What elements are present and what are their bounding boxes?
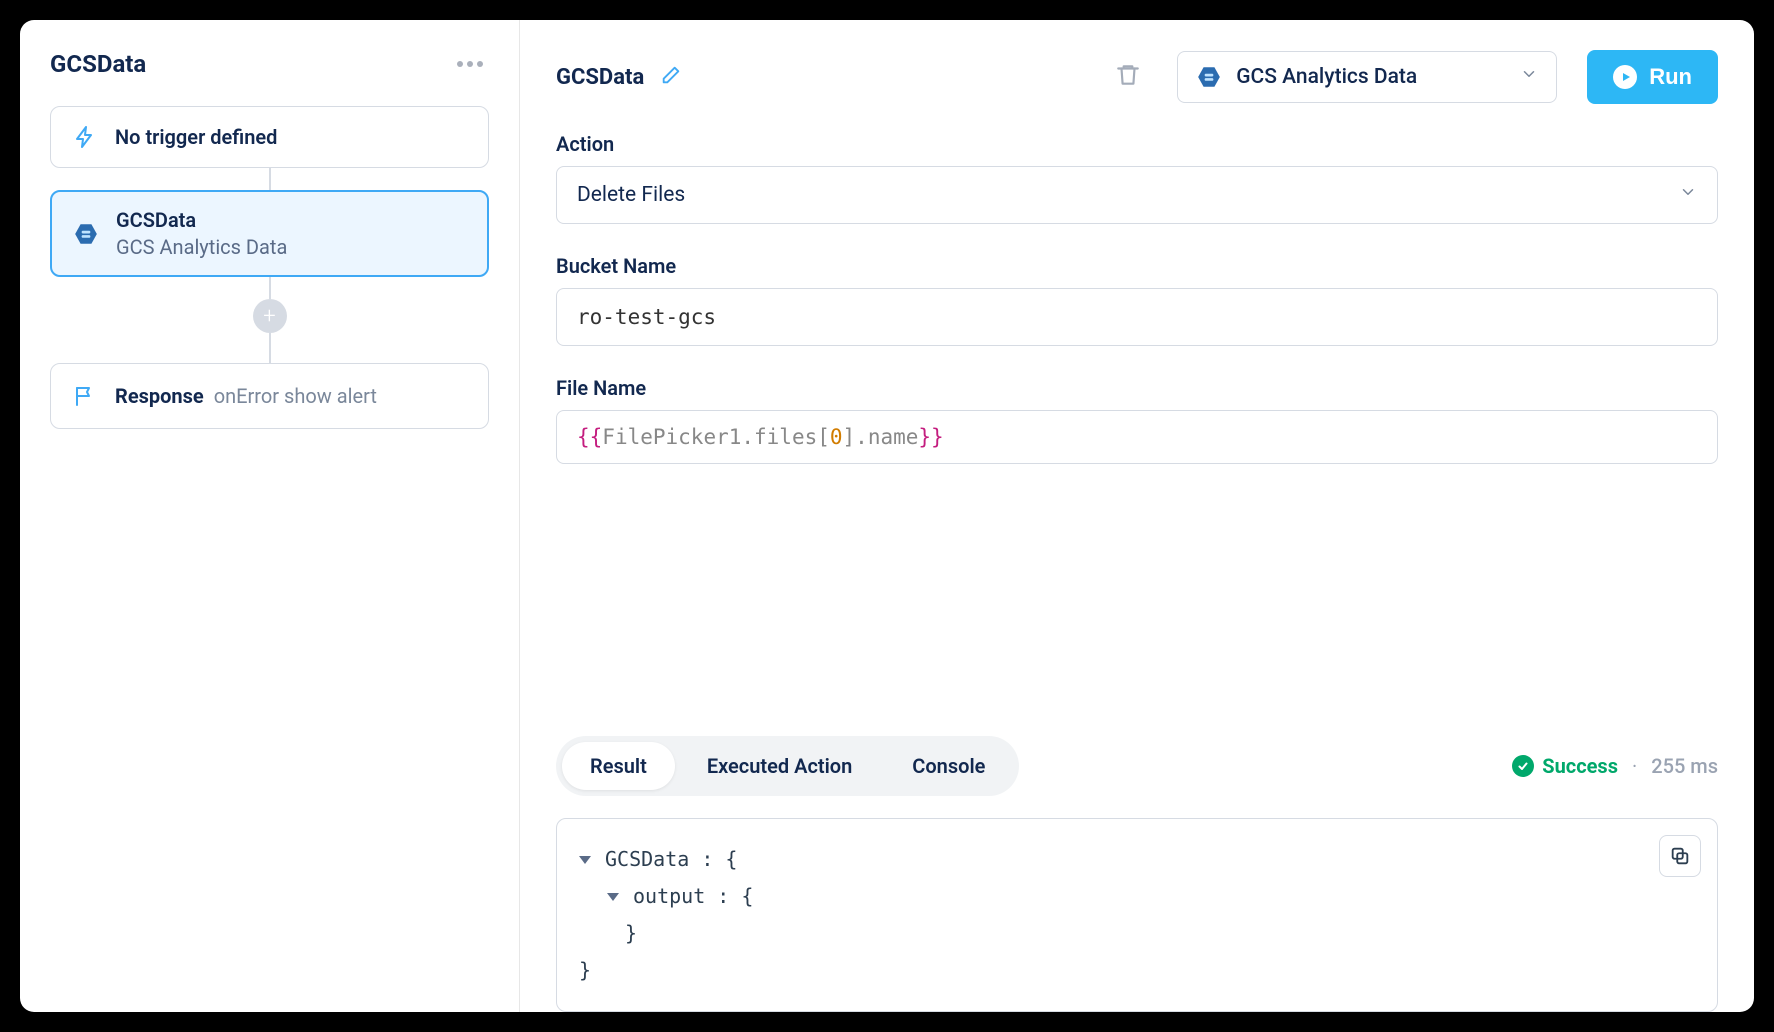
bolt-icon <box>71 123 99 151</box>
response-sub: onError show alert <box>214 384 377 408</box>
tab-console[interactable]: Console <box>884 742 1013 790</box>
response-card[interactable]: Response onError show alert <box>50 363 489 429</box>
caret-down-icon <box>607 893 619 901</box>
status-separator: · <box>1632 754 1637 778</box>
tabbar: Result Executed Action Console <box>556 736 1019 796</box>
step-card[interactable]: GCSData GCS Analytics Data <box>50 190 489 277</box>
sidebar: GCSData No trigger defined GCSData GCS A… <box>20 20 520 1012</box>
action-select[interactable]: Delete Files <box>556 166 1718 224</box>
more-icon[interactable] <box>451 55 489 73</box>
trash-icon[interactable] <box>1115 62 1141 92</box>
bucket-input[interactable]: ro-test-gcs <box>556 288 1718 346</box>
trigger-card[interactable]: No trigger defined <box>50 106 489 168</box>
json-line-root[interactable]: GCSData : { <box>579 841 1695 878</box>
resource-select-label: GCS Analytics Data <box>1236 65 1417 89</box>
tab-result[interactable]: Result <box>562 742 675 790</box>
json-line-close-root: } <box>579 952 1695 989</box>
result-box: GCSData : { output : { } } <box>556 818 1718 1012</box>
bucket-value: ro-test-gcs <box>577 305 716 329</box>
caret-down-icon <box>579 856 591 864</box>
json-line-close-child: } <box>607 915 1695 952</box>
action-label: Action <box>556 132 1718 156</box>
bottom-panel: Result Executed Action Console Success ·… <box>520 716 1754 1012</box>
status-badge: Success <box>1512 754 1618 778</box>
file-label: File Name <box>556 376 1718 400</box>
status-label: Success <box>1542 754 1618 778</box>
chevron-down-icon <box>1679 183 1697 207</box>
edit-icon[interactable] <box>660 64 682 90</box>
add-step-button[interactable]: + <box>253 299 287 333</box>
step-title: GCSData <box>116 208 287 232</box>
app-window: GCSData No trigger defined GCSData GCS A… <box>20 20 1754 1012</box>
connector-line <box>269 168 271 190</box>
response-text: Response onError show alert <box>115 384 377 408</box>
step-subtitle: GCS Analytics Data <box>116 235 287 259</box>
resource-select[interactable]: GCS Analytics Data <box>1177 51 1557 103</box>
json-line-child[interactable]: output : { <box>607 878 1695 915</box>
step-text: GCSData GCS Analytics Data <box>116 208 287 259</box>
tab-executed-action[interactable]: Executed Action <box>679 742 880 790</box>
gcs-icon <box>72 220 100 248</box>
bucket-label: Bucket Name <box>556 254 1718 278</box>
bucket-field: Bucket Name ro-test-gcs <box>556 254 1718 346</box>
sidebar-header: GCSData <box>50 50 489 78</box>
gcs-icon <box>1196 64 1222 90</box>
file-expression: {{FilePicker1.files[0].name}} <box>577 425 944 449</box>
action-field: Action Delete Files <box>556 132 1718 224</box>
page-title: GCSData <box>556 65 644 90</box>
response-label: Response <box>115 384 204 408</box>
chevron-down-icon <box>1520 65 1538 89</box>
copy-button[interactable] <box>1659 835 1701 877</box>
file-input[interactable]: {{FilePicker1.files[0].name}} <box>556 410 1718 464</box>
flag-icon <box>71 382 99 410</box>
status-time: 255 ms <box>1651 754 1718 778</box>
topbar: GCSData GCS Analytics Data Run <box>520 20 1754 132</box>
connector-line <box>269 333 271 363</box>
status-row: Success · 255 ms <box>1512 754 1718 778</box>
sidebar-title: GCSData <box>50 50 146 78</box>
check-icon <box>1512 755 1534 777</box>
trigger-label: No trigger defined <box>115 125 277 149</box>
play-icon <box>1613 65 1637 89</box>
main-panel: GCSData GCS Analytics Data Run <box>520 20 1754 1012</box>
action-value: Delete Files <box>577 183 685 207</box>
run-button-label: Run <box>1649 64 1692 90</box>
file-field: File Name {{FilePicker1.files[0].name}} <box>556 376 1718 464</box>
form-area: Action Delete Files Bucket Name ro-test-… <box>520 132 1754 494</box>
connector-line <box>269 277 271 299</box>
tabbar-row: Result Executed Action Console Success ·… <box>556 736 1718 796</box>
run-button[interactable]: Run <box>1587 50 1718 104</box>
